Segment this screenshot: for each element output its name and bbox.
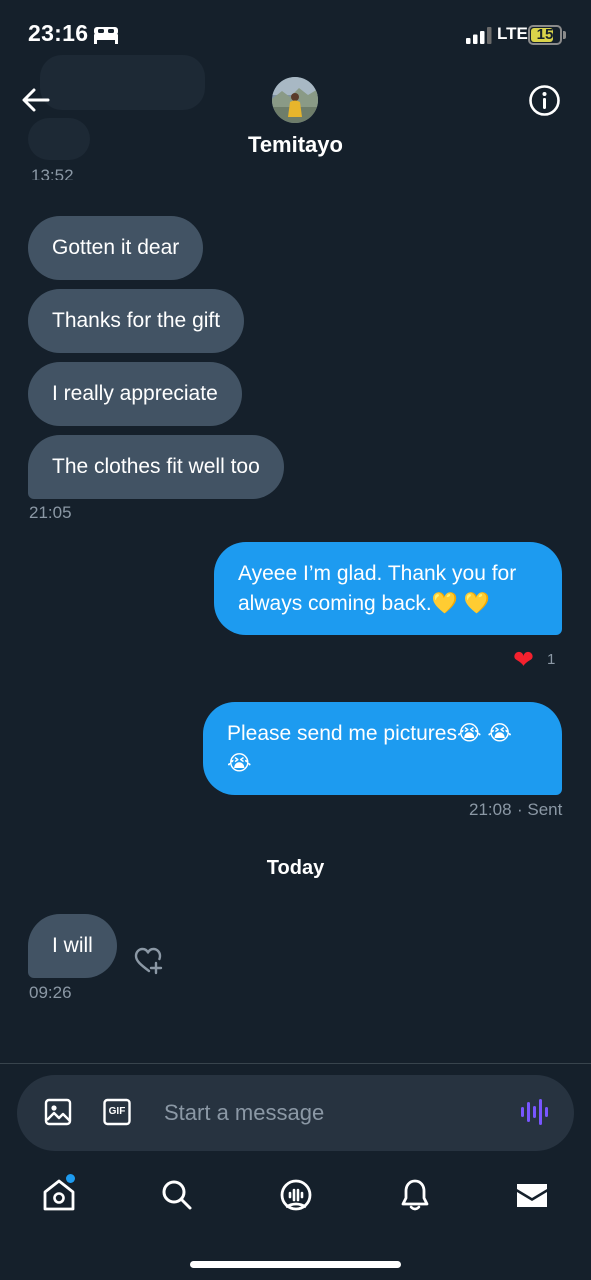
sent-message-line: Please send me pictures😭 😭 — [227, 719, 538, 749]
contact-name[interactable]: Temitayo — [0, 132, 591, 158]
message-timestamp: 09:26 — [29, 983, 72, 1002]
sent-message-bubble[interactable]: Ayeee I’m glad. Thank you for always com… — [214, 542, 562, 635]
add-reaction-icon[interactable] — [133, 946, 165, 976]
sent-message-text: Please send me pictures — [227, 722, 457, 745]
network-type: LTE — [497, 24, 528, 43]
cellular-signal-icon — [466, 27, 492, 44]
spaces-icon[interactable] — [278, 1177, 314, 1213]
contact-avatar[interactable] — [272, 77, 318, 123]
back-arrow-icon[interactable] — [20, 86, 52, 114]
blurred-earlier-message — [40, 55, 205, 110]
voice-message-icon[interactable] — [519, 1098, 549, 1126]
day-separator: Today — [266, 857, 325, 879]
yellow-heart-emoji: 💛 💛 — [431, 592, 490, 615]
received-message-bubble[interactable]: I really appreciate — [28, 362, 242, 426]
crying-emoji: 😭 — [227, 752, 252, 775]
gif-icon[interactable]: GIF — [103, 1098, 131, 1126]
search-icon[interactable] — [159, 1177, 195, 1213]
messages-icon[interactable] — [514, 1177, 550, 1213]
image-icon[interactable] — [44, 1098, 72, 1126]
reaction-count: 1 — [547, 651, 556, 668]
sent-message-bubble[interactable]: Please send me pictures😭 😭 😭 — [203, 702, 562, 795]
info-icon[interactable] — [528, 84, 561, 117]
battery-icon: 15 — [528, 25, 562, 45]
message-timestamp: 21:05 — [29, 503, 72, 522]
gif-label: GIF — [108, 1106, 126, 1117]
crying-emoji: 😭 😭 — [456, 722, 512, 745]
sent-message-text: always coming back. — [238, 592, 432, 615]
received-message-bubble[interactable]: I will — [28, 914, 117, 978]
composer-divider — [0, 1063, 591, 1064]
partial-timestamp: 13:52 — [31, 166, 74, 180]
notifications-icon[interactable] — [397, 1177, 433, 1213]
sent-status: · Sent — [517, 800, 563, 819]
status-time: 23:16 — [28, 20, 89, 46]
received-message-bubble[interactable]: Thanks for the gift — [28, 289, 245, 353]
sent-message-line: Ayeee I’m glad. Thank you for — [238, 562, 517, 585]
received-message-bubble[interactable]: The clothes fit well too — [28, 435, 284, 499]
message-input[interactable]: Start a message — [164, 1097, 324, 1129]
home-indicator[interactable] — [190, 1261, 401, 1268]
sleep-focus-icon — [94, 27, 118, 44]
home-notification-dot — [66, 1174, 75, 1183]
battery-level: 15 — [536, 26, 554, 43]
heart-reaction-icon[interactable]: ❤ — [513, 646, 534, 674]
sent-message-line: always coming back.💛 💛 — [238, 589, 538, 619]
battery-nub — [563, 31, 566, 39]
message-timestamp: 21:08 — [469, 800, 512, 819]
received-message-bubble[interactable]: Gotten it dear — [28, 216, 204, 280]
